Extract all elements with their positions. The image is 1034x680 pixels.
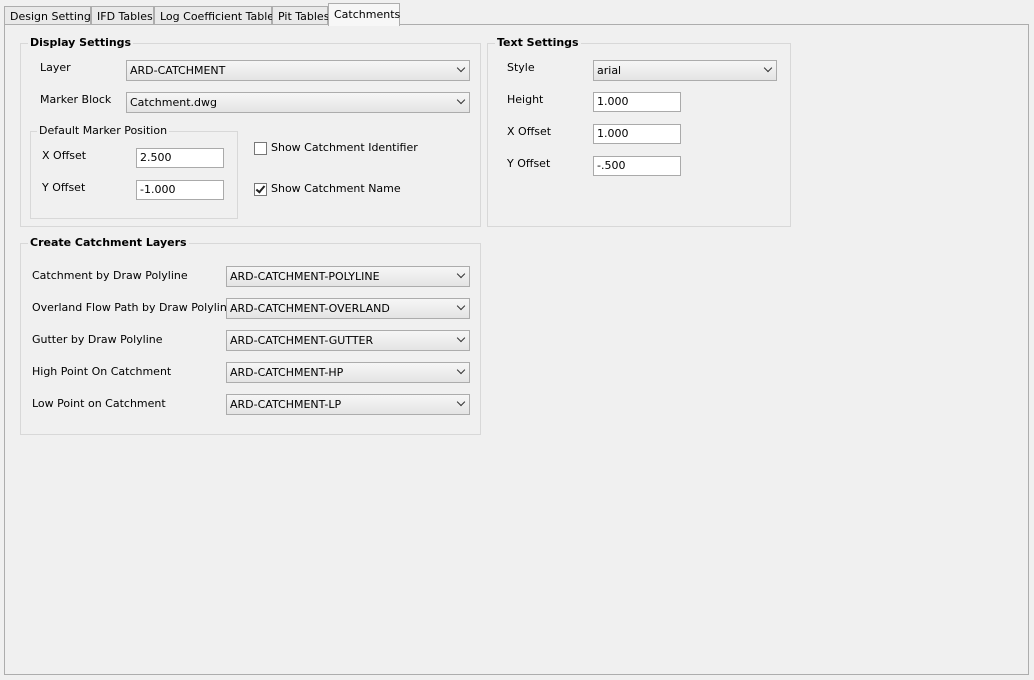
text-y-offset-label: Y Offset — [507, 157, 551, 170]
text-y-offset-input[interactable]: -.500 — [593, 156, 681, 176]
text-height-label: Height — [507, 93, 544, 106]
text-x-offset-input[interactable]: 1.000 — [593, 124, 681, 144]
text-settings-group: Text Settings Style arial Height 1.000 X… — [487, 36, 791, 227]
layer-label: Layer — [40, 61, 71, 74]
text-x-offset-label: X Offset — [507, 125, 552, 138]
layer-row-label: Catchment by Draw Polyline — [32, 269, 188, 282]
gutter-layer-dropdown[interactable]: ARD-CATCHMENT-GUTTER — [226, 330, 470, 351]
chevron-down-icon — [456, 333, 466, 343]
layer-row-label: Gutter by Draw Polyline — [32, 333, 163, 346]
tab-catchments[interactable]: Catchments — [328, 3, 400, 26]
layer-row-value: ARD-CATCHMENT-GUTTER — [230, 334, 374, 347]
create-catchment-layers-group: Create Catchment Layers Catchment by Dra… — [20, 236, 481, 435]
high-point-layer-dropdown[interactable]: ARD-CATCHMENT-HP — [226, 362, 470, 383]
layer-row-value: ARD-CATCHMENT-HP — [230, 366, 344, 379]
chevron-down-icon — [456, 301, 466, 311]
show-catchment-name-label: Show Catchment Name — [271, 182, 401, 195]
create-catchment-layers-title: Create Catchment Layers — [28, 236, 189, 249]
marker-y-offset-input[interactable]: -1.000 — [136, 180, 224, 200]
catchments-panel: Display Settings Layer ARD-CATCHMENT Mar… — [4, 24, 1029, 675]
marker-x-offset-label: X Offset — [42, 149, 87, 162]
layer-row-value: ARD-CATCHMENT-LP — [230, 398, 342, 411]
tab-pit-tables[interactable]: Pit Tables — [272, 6, 329, 26]
style-dropdown-value: arial — [597, 64, 622, 77]
chevron-down-icon — [456, 269, 466, 279]
default-marker-position-title: Default Marker Position — [37, 124, 170, 137]
overland-flow-layer-dropdown[interactable]: ARD-CATCHMENT-OVERLAND — [226, 298, 470, 319]
chevron-down-icon — [456, 63, 466, 73]
chevron-down-icon — [763, 63, 773, 73]
checkmark-icon — [255, 183, 266, 194]
show-catchment-identifier-label: Show Catchment Identifier — [271, 141, 418, 154]
show-catchment-name-checkbox[interactable] — [254, 183, 267, 196]
marker-block-dropdown[interactable]: Catchment.dwg — [126, 92, 470, 113]
marker-y-offset-label: Y Offset — [42, 181, 86, 194]
text-height-input[interactable]: 1.000 — [593, 92, 681, 112]
default-marker-position-group: Default Marker Position X Offset 2.500 Y… — [30, 124, 238, 219]
layer-row-label: Low Point on Catchment — [32, 397, 166, 410]
layer-dropdown-value: ARD-CATCHMENT — [130, 64, 226, 77]
tab-ifd-tables[interactable]: IFD Tables — [91, 6, 154, 26]
chevron-down-icon — [456, 95, 466, 105]
marker-block-label: Marker Block — [40, 93, 112, 106]
show-catchment-identifier-checkbox[interactable] — [254, 142, 267, 155]
style-dropdown[interactable]: arial — [593, 60, 777, 81]
low-point-layer-dropdown[interactable]: ARD-CATCHMENT-LP — [226, 394, 470, 415]
display-settings-title: Display Settings — [28, 36, 134, 49]
chevron-down-icon — [456, 365, 466, 375]
layer-dropdown[interactable]: ARD-CATCHMENT — [126, 60, 470, 81]
display-settings-group: Display Settings Layer ARD-CATCHMENT Mar… — [20, 36, 481, 227]
tab-design-settings[interactable]: Design Settings — [4, 6, 97, 26]
layer-row-value: ARD-CATCHMENT-OVERLAND — [230, 302, 390, 315]
layer-row-value: ARD-CATCHMENT-POLYLINE — [230, 270, 380, 283]
tab-log-coefficient-tables[interactable]: Log Coefficient Tables — [154, 6, 280, 26]
marker-x-offset-input[interactable]: 2.500 — [136, 148, 224, 168]
layer-row-label: High Point On Catchment — [32, 365, 172, 378]
chevron-down-icon — [456, 397, 466, 407]
marker-block-dropdown-value: Catchment.dwg — [130, 96, 217, 109]
style-label: Style — [507, 61, 535, 74]
layer-row-label: Overland Flow Path by Draw Polyline — [32, 301, 234, 314]
text-settings-title: Text Settings — [495, 36, 581, 49]
catchment-polyline-layer-dropdown[interactable]: ARD-CATCHMENT-POLYLINE — [226, 266, 470, 287]
